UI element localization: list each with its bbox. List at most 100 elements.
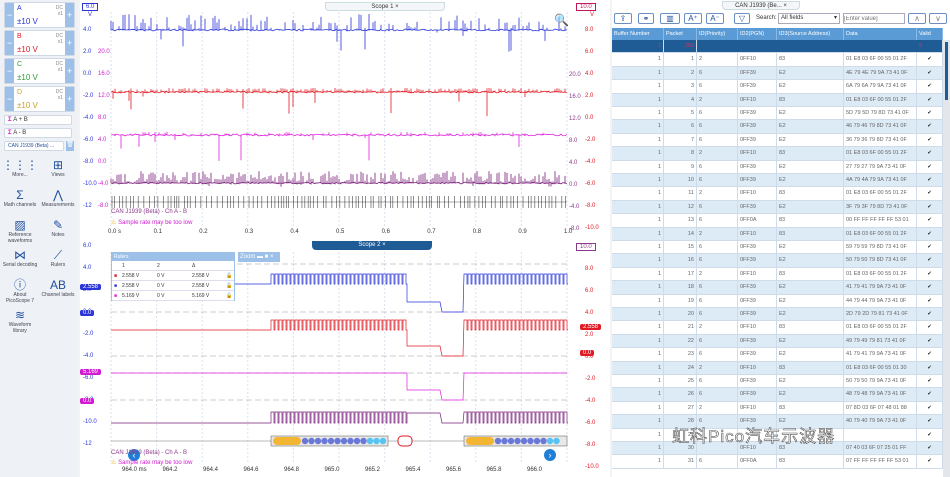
table-row[interactable]: 1 3 6 0FF39 E2 6A 79 6A 79 9A 73 41 0F ✔ xyxy=(612,80,943,94)
tool-measurements[interactable]: ⋀ Measurements xyxy=(40,188,76,208)
table-scrollbar[interactable] xyxy=(943,40,950,477)
delete-icon[interactable]: 🗑 xyxy=(66,141,74,151)
filter-icon[interactable]: ▽ xyxy=(734,13,750,24)
cell-data: 36 79 36 79 8D 73 41 0F xyxy=(844,133,917,148)
channel-card-b[interactable]: − + B ±10 V DC x1 xyxy=(4,30,75,56)
decrease-range-button[interactable]: − xyxy=(5,3,14,27)
search-input[interactable] xyxy=(843,13,905,24)
scope1-range-marker-right[interactable]: 10.0 xyxy=(576,3,596,11)
table-row[interactable]: 1 1 2 0FF10 83 01 E8 03 6F 00 55 01 2F ✔ xyxy=(612,53,943,67)
tool-serial-decoding[interactable]: ⋈ Serial decoding xyxy=(2,248,38,268)
column-header[interactable]: Data xyxy=(844,28,917,40)
scope1-range-marker-left[interactable]: 6.0 xyxy=(82,3,99,11)
table-row[interactable]: 1 15 6 0FF39 E2 59 79 59 79 8D 73 41 0F ✔ xyxy=(612,241,943,255)
column-header[interactable]: ID(Priority) xyxy=(697,28,738,40)
table-row[interactable]: 1 5 6 0FF39 E2 5D 79 5D 79 8D 73 41 0F ✔ xyxy=(612,107,943,121)
decrease-range-button[interactable]: − xyxy=(5,59,14,83)
table-row[interactable]: 1 9 6 0FF39 E2 27 79 27 79 9A 73 41 0F ✔ xyxy=(612,160,943,174)
cell-source: E2 xyxy=(777,375,844,389)
close-icon[interactable]: × xyxy=(382,242,386,248)
table-row[interactable]: 1 25 6 0FF39 E2 50 79 50 79 9A 73 41 0F ✔ xyxy=(612,375,943,389)
font-decrease-icon[interactable]: A⁻ xyxy=(706,13,724,24)
tab-scope-1[interactable]: Scope 1 × xyxy=(325,2,445,11)
table-row[interactable]: 1 8 2 0FF10 83 01 E8 03 6F 00 55 01 2F ✔ xyxy=(612,147,943,161)
increase-range-button[interactable]: + xyxy=(65,31,74,55)
table-row[interactable]: 1 19 6 0FF39 E2 44 79 44 79 9A 73 41 0F ✔ xyxy=(612,294,943,308)
marker-a-ruler[interactable]: 2.558 xyxy=(80,284,102,290)
tool-waveform-library[interactable]: ≋ Waveform library xyxy=(2,308,38,334)
scroll-right-button[interactable]: › xyxy=(544,449,556,461)
tool-rulers[interactable]: ⟋ Rulers xyxy=(40,248,76,268)
close-icon[interactable]: × xyxy=(395,4,399,10)
search-field-select[interactable]: All fields ▾ xyxy=(778,13,840,24)
table-row[interactable]: 1 24 2 0FF10 83 01 E8 03 6F 00 55 01 30 ✔ xyxy=(612,361,943,375)
column-header[interactable]: Packet xyxy=(664,28,697,40)
channel-card-c[interactable]: − + C ±10 V DC x1 xyxy=(4,58,75,84)
tool-math-channels[interactable]: Σ Math channels xyxy=(2,188,38,208)
marker-b-zero[interactable]: 0.0 xyxy=(580,350,595,356)
lock-icon[interactable]: 🔓 xyxy=(226,291,232,301)
decrease-range-button[interactable]: − xyxy=(5,87,14,111)
table-row[interactable]: 1 20 6 0FF39 E2 2D 79 2D 79 81 73 41 0F ✔ xyxy=(612,308,943,322)
table-row[interactable]: 1 14 2 0FF10 83 01 E8 03 6F 00 55 01 2F ✔ xyxy=(612,227,943,241)
math-channel[interactable]: Σ A + B xyxy=(4,115,72,125)
decoder-channel[interactable]: CAN J1939 (Beta) ... xyxy=(4,141,64,151)
increase-range-button[interactable]: + xyxy=(65,59,74,83)
previous-match-button[interactable]: ∧ xyxy=(908,13,926,24)
column-header[interactable]: Buffer Number xyxy=(612,28,664,40)
math-channel[interactable]: Σ A - B xyxy=(4,128,72,138)
tool-notes[interactable]: ✎ Notes xyxy=(40,218,76,238)
scope2-range-marker-right[interactable]: 10.0 xyxy=(576,243,596,251)
marker-b-ruler[interactable]: 2.558 xyxy=(580,324,602,330)
tool-more-[interactable]: ⋮⋮⋮ More... xyxy=(2,158,38,178)
decrease-range-button[interactable]: − xyxy=(5,31,14,55)
table-row[interactable]: 1 7 6 0FF39 E2 36 79 36 79 8D 73 41 0F ✔ xyxy=(612,133,943,148)
table-row[interactable]: 1 4 2 0FF10 83 01 E8 03 6F 00 55 01 2F ✔ xyxy=(612,93,943,107)
table-row[interactable]: 1 31 6 0FF0A 83 07 FF FF FF FF FF 53 01 ✔ xyxy=(612,455,943,469)
summary-row[interactable]: 1 250 8 xyxy=(612,40,943,54)
table-row[interactable]: 1 27 2 0FF10 83 07 8D 03 6F 07 48 01 88 ✔ xyxy=(612,401,943,416)
lock-icon[interactable]: 🔓 xyxy=(226,281,232,291)
table-row[interactable]: 1 26 6 0FF39 E2 48 79 48 79 9A 73 41 0F ✔ xyxy=(612,388,943,402)
marker-a-zero[interactable]: 0.0 xyxy=(80,310,95,316)
table-row[interactable]: 1 2 6 0FF39 E2 4E 79 4E 79 9A 73 41 0F ✔ xyxy=(612,66,943,81)
lock-icon[interactable]: 🔓 xyxy=(226,271,232,281)
link-icon[interactable]: ⚭ xyxy=(638,13,654,24)
table-row[interactable]: 1 11 2 0FF10 83 01 E8 03 6F 00 55 01 2F ✔ xyxy=(612,187,943,201)
column-header[interactable]: ID3(Source Address) xyxy=(777,28,844,40)
columns-icon[interactable]: ▥ xyxy=(660,13,680,24)
table-row[interactable]: 1 18 6 0FF39 E2 41 79 41 79 9A 73 41 0F ✔ xyxy=(612,281,943,295)
tool-reference-waveforms[interactable]: ▨ Reference waveforms xyxy=(2,218,38,244)
ruler-col: Δ xyxy=(192,263,196,269)
table-row[interactable]: 1 23 6 0FF39 E2 41 79 41 79 9A 73 41 0F ✔ xyxy=(612,348,943,362)
next-match-button[interactable]: ∨ xyxy=(929,13,947,24)
tool-channel-labels[interactable]: AB Channel labels xyxy=(40,278,76,298)
zoom-panel[interactable]: Zoom ▬ ■ × xyxy=(238,252,280,262)
table-row[interactable]: 1 22 6 0FF39 E2 49 79 49 79 81 73 41 0F ✔ xyxy=(612,334,943,349)
channel-card-d[interactable]: − + D ±10 V DC x1 xyxy=(4,86,75,112)
tool-about-picoscope-7[interactable]: ⓘ About PicoScope 7 xyxy=(2,278,38,304)
cell-data: 50 79 50 79 8D 73 41 0F xyxy=(844,254,917,268)
table-row[interactable]: 1 10 6 0FF39 E2 4A 79 4A 79 9A 73 41 0F ✔ xyxy=(612,174,943,188)
marker-c-ruler[interactable]: 5.169 xyxy=(80,369,102,375)
table-row[interactable]: 1 17 2 0FF10 83 01 E8 03 6F 00 55 01 2F ✔ xyxy=(612,267,943,282)
column-header[interactable]: ID2(PGN) xyxy=(738,28,777,40)
tab-scope-2[interactable]: Scope 2 × xyxy=(312,241,432,250)
rulers-panel: Rulers 1 2 Δ ■ 2.558 V 0 V 2.558 V 🔓 ■ 2.558 V 0 … xyxy=(111,252,235,301)
table-row[interactable]: 1 12 6 0FF39 E2 3F 79 3F 79 8D 73 41 0F ✔ xyxy=(612,200,943,215)
waveform-canvas[interactable] xyxy=(80,0,610,477)
channel-card-a[interactable]: − + A ±10 V DC x1 xyxy=(4,2,75,28)
table-row[interactable]: 1 16 6 0FF39 E2 50 79 50 79 8D 73 41 0F ✔ xyxy=(612,254,943,268)
increase-range-button[interactable]: + xyxy=(65,3,74,27)
export-icon[interactable]: ⇪ xyxy=(614,13,632,24)
tool-views[interactable]: ⊞ Views xyxy=(40,158,76,178)
table-row[interactable]: 1 13 6 0FF0A 83 00 FF FF FF FF FF 53 01 ✔ xyxy=(612,214,943,228)
marker-c-zero[interactable]: 0.0 xyxy=(80,398,95,404)
column-header[interactable]: Valid xyxy=(917,28,943,40)
table-row[interactable]: 1 6 6 0FF39 E2 46 79 46 79 8D 73 41 0F ✔ xyxy=(612,120,943,134)
increase-range-button[interactable]: + xyxy=(65,87,74,111)
tab-can-j1939[interactable]: CAN J1939 (Be... × xyxy=(722,1,800,10)
zoom-icon[interactable]: 🔍 xyxy=(554,13,569,27)
font-increase-icon[interactable]: A⁺ xyxy=(684,13,702,24)
table-row[interactable]: 1 21 2 0FF10 83 01 E8 03 6F 00 55 01 2F ✔ xyxy=(612,321,943,335)
